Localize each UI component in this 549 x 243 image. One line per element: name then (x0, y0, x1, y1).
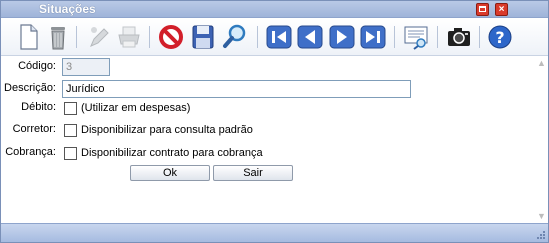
trash-icon[interactable] (43, 22, 73, 52)
resize-grip-icon[interactable] (536, 230, 546, 240)
debito-label: Débito: (21, 101, 56, 113)
camera-icon[interactable] (444, 22, 474, 52)
search-icon[interactable] (220, 22, 250, 52)
new-document-icon[interactable] (13, 22, 43, 52)
descricao-row: Descrição: Jurídico (1, 80, 541, 98)
cancel-icon[interactable] (156, 22, 186, 52)
maximize-icon (479, 6, 486, 12)
corretor-text: Disponibilizar para consulta padrão (81, 124, 253, 136)
codigo-row: Código: 3 (1, 58, 541, 76)
title-bar[interactable]: Situações × (1, 1, 548, 18)
status-bar (1, 223, 548, 242)
toolbar-separator (76, 26, 77, 48)
first-record-icon[interactable] (264, 22, 294, 52)
form-area: Código: 3 Descrição: Jurídico Débito: (U… (1, 57, 548, 222)
ok-button[interactable]: Ok (130, 165, 210, 181)
descricao-field[interactable]: Jurídico (62, 80, 411, 98)
cobranca-text: Disponibilizar contrato para cobrança (81, 147, 263, 159)
codigo-field: 3 (62, 58, 110, 76)
svg-text:?: ? (495, 28, 504, 47)
toolbar-separator (257, 26, 258, 48)
corretor-label: Corretor: (12, 123, 56, 135)
help-icon[interactable]: ? (485, 22, 515, 52)
corretor-row: Corretor: Disponibilizar para consulta p… (1, 121, 541, 139)
window-title: Situações (39, 2, 96, 16)
codigo-label: Código: (18, 60, 56, 72)
toolbar-separator (479, 26, 480, 48)
edit-icon[interactable] (84, 22, 114, 52)
scroll-up-icon[interactable]: ▲ (537, 59, 546, 68)
last-record-icon[interactable] (358, 22, 388, 52)
toolbar-separator (394, 26, 395, 48)
print-icon[interactable] (114, 22, 144, 52)
toolbar: ? (1, 19, 548, 56)
debito-text: (Utilizar em despesas) (81, 102, 191, 114)
maximize-button[interactable] (476, 3, 489, 16)
vertical-scrollbar[interactable]: ▲ ▼ (535, 57, 547, 222)
cobranca-label: Cobrança: (5, 146, 56, 158)
next-record-icon[interactable] (327, 22, 357, 52)
window: Situações × ? Código: 3 Descrição: Juríd… (0, 0, 549, 243)
sair-button[interactable]: Sair (213, 165, 293, 181)
previous-record-icon[interactable] (295, 22, 325, 52)
debito-row: Débito: (Utilizar em despesas) (1, 99, 541, 117)
cobranca-checkbox[interactable] (64, 147, 77, 160)
scroll-down-icon[interactable]: ▼ (537, 212, 546, 221)
toolbar-separator (149, 26, 150, 48)
save-icon[interactable] (188, 22, 218, 52)
toolbar-separator (437, 26, 438, 48)
preview-icon[interactable] (401, 22, 431, 52)
cobranca-row: Cobrança: Disponibilizar contrato para c… (1, 144, 541, 162)
close-button[interactable]: × (495, 3, 508, 16)
descricao-label: Descrição: (4, 82, 56, 94)
corretor-checkbox[interactable] (64, 124, 77, 137)
debito-checkbox[interactable] (64, 102, 77, 115)
